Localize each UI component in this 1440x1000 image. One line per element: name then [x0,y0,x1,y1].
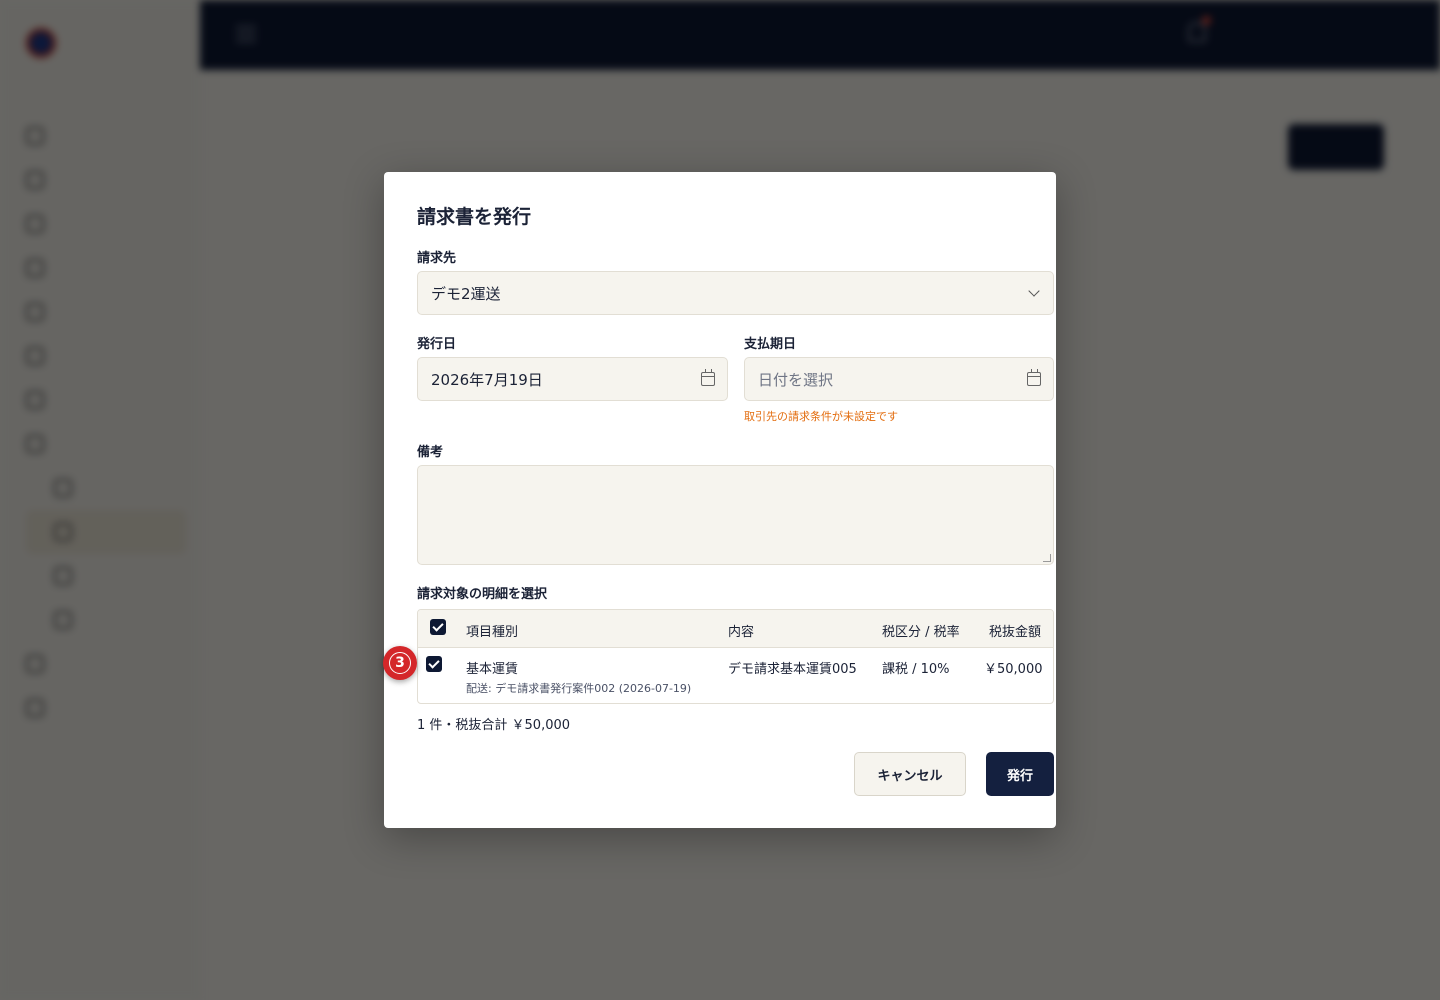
row-checkbox[interactable] [426,656,442,672]
column-header-item-type: 項目種別 [466,625,519,640]
table-header: 項目種別 内容 税区分 / 税率 税抜金額 [418,610,1053,648]
select-all-checkbox[interactable] [430,619,446,635]
issue-invoice-dialog: 請求書を発行 請求先 デモ2運送 発行日 2026年7月19日 支払期日 日付を… [384,172,1056,828]
client-label: 請求先 [417,251,457,266]
resize-handle-icon[interactable] [1043,554,1051,562]
line-items-table: 項目種別 内容 税区分 / 税率 税抜金額 基本運賃 配送: デモ請求書発行案件… [417,609,1054,704]
calendar-icon[interactable] [701,369,715,386]
issue-date-field[interactable]: 2026年7月19日 [417,357,728,401]
step-marker: 3 [383,646,417,680]
due-date-label: 支払期日 [744,337,797,352]
selection-summary: 1 件・税抜合計 ￥50,000 [417,718,571,733]
issue-button[interactable]: 発行 [986,752,1054,796]
dialog-title: 請求書を発行 [417,206,532,228]
due-date-warning: 取引先の請求条件が未設定です [744,410,898,423]
row-amount: ￥50,000 [984,662,1043,677]
row-item-type: 基本運賃 [466,662,519,677]
items-section-label: 請求対象の明細を選択 [417,587,548,602]
client-select-value: デモ2運送 [431,284,501,303]
chevron-down-icon [1028,285,1040,297]
row-content: デモ請求基本運賃005 [728,662,857,677]
due-date-placeholder: 日付を選択 [758,370,834,389]
step-number: 3 [389,652,411,674]
issue-date-label: 発行日 [417,337,457,352]
column-header-content: 内容 [728,625,755,640]
notes-label: 備考 [417,445,444,460]
column-header-tax: 税区分 / 税率 [882,625,960,640]
row-tax: 課税 / 10% [882,662,950,677]
issue-date-value: 2026年7月19日 [431,370,543,389]
cancel-button[interactable]: キャンセル [854,752,966,796]
client-select[interactable]: デモ2運送 [417,271,1054,315]
notes-textarea[interactable] [417,465,1054,565]
calendar-icon[interactable] [1027,369,1041,386]
row-item-detail: 配送: デモ請求書発行案件002 (2026-07-19) [466,682,692,695]
due-date-field[interactable]: 日付を選択 [744,357,1054,401]
column-header-amount: 税抜金額 [989,625,1042,640]
